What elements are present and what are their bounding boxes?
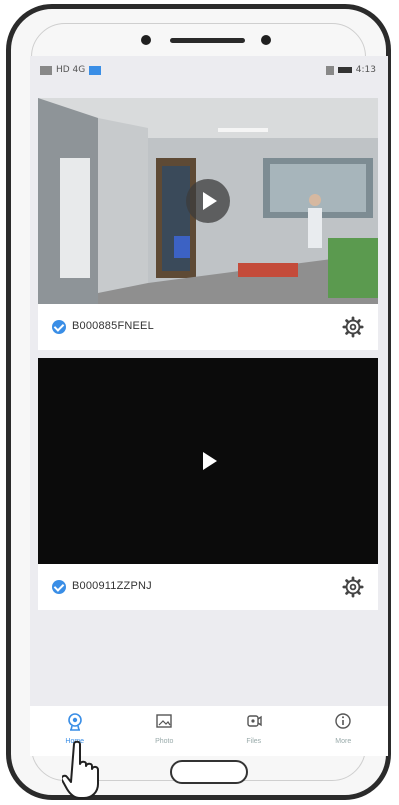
- nfc-icon: [325, 65, 334, 75]
- check-circle-icon[interactable]: [52, 580, 66, 594]
- gear-icon[interactable]: [342, 316, 364, 338]
- video-preview-2[interactable]: [38, 358, 378, 564]
- check-circle-icon[interactable]: [52, 320, 66, 334]
- status-right: 4:13: [325, 65, 376, 75]
- device-card-2: B000911ZZPNJ: [38, 358, 378, 610]
- speaker-slot: [170, 38, 245, 43]
- front-camera-dot: [141, 35, 151, 45]
- tab-photo[interactable]: Photo: [120, 706, 210, 756]
- gear-icon[interactable]: [342, 576, 364, 598]
- camera-icon: [67, 713, 82, 731]
- app-notification-icon: [89, 65, 102, 75]
- video-file-icon: [247, 715, 262, 727]
- app-screen: HD 4G 4:13 B000885FNEEL B000911ZZPNJ Pho…: [30, 56, 388, 756]
- device-name-2: B000911ZZPNJ: [72, 580, 152, 592]
- pointing-hand-icon: [62, 740, 99, 799]
- info-icon: [335, 713, 351, 729]
- play-button-1[interactable]: [186, 179, 230, 223]
- status-left: HD 4G: [40, 65, 102, 75]
- device-row-2: B000911ZZPNJ: [38, 564, 378, 610]
- signal-text: HD 4G: [56, 65, 86, 75]
- status-time: 4:13: [355, 65, 376, 75]
- tab-label-more: More: [335, 738, 352, 745]
- device-row-1: B000885FNEEL: [38, 304, 378, 350]
- battery-icon: [337, 67, 352, 73]
- status-bar: HD 4G 4:13: [30, 56, 388, 84]
- image-icon: [156, 714, 172, 728]
- device-name-1: B000885FNEEL: [72, 320, 154, 332]
- home-button[interactable]: [170, 760, 248, 784]
- play-button-2[interactable]: [186, 439, 230, 483]
- tab-label-photo: Photo: [155, 738, 174, 745]
- tab-more[interactable]: More: [299, 706, 389, 756]
- tab-label-files: Files: [246, 738, 262, 745]
- tab-files[interactable]: Files: [209, 706, 299, 756]
- device-card-1: B000885FNEEL: [38, 98, 378, 350]
- video-preview-1[interactable]: [38, 98, 378, 304]
- sim-icon: [40, 65, 52, 75]
- sensor-dot: [261, 35, 271, 45]
